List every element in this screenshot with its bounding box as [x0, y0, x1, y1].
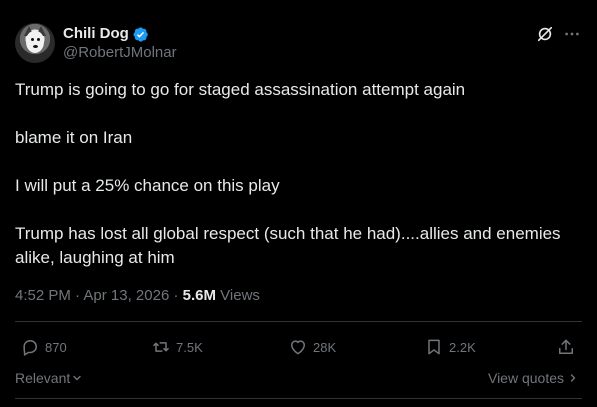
- views-label: Views: [220, 287, 260, 304]
- author-display-name[interactable]: Chili Dog: [63, 25, 129, 43]
- like-count: 28K: [313, 339, 337, 355]
- repost-button[interactable]: 7.5K: [151, 335, 203, 359]
- tweet-date[interactable]: Apr 13, 2026: [83, 287, 169, 304]
- verified-badge-icon[interactable]: [132, 26, 149, 43]
- tweet-paragraph: Trump is going to go for staged assassin…: [15, 80, 466, 99]
- divider: [15, 321, 582, 322]
- like-button[interactable]: 28K: [288, 335, 336, 359]
- author-handle[interactable]: @RobertJMolnar: [63, 44, 177, 62]
- repost-icon: [153, 342, 169, 352]
- share-icon: [559, 339, 573, 354]
- chevron-right-icon: [570, 374, 576, 382]
- bookmark-button[interactable]: 2.2K: [424, 335, 476, 359]
- views-count[interactable]: 5.6M: [183, 287, 216, 304]
- more-options-icon[interactable]: [563, 25, 581, 43]
- reply-button[interactable]: 870: [20, 335, 67, 359]
- tweet-card: Chili Dog @RobertJMolnar Trump is going …: [0, 0, 597, 407]
- author-name-row: Chili Dog: [63, 25, 149, 43]
- tweet-time[interactable]: 4:52 PM: [15, 287, 71, 304]
- share-button[interactable]: [556, 335, 576, 359]
- tweet-paragraph: I will put a 25% chance on this play: [15, 176, 280, 195]
- avatar[interactable]: [15, 23, 55, 63]
- tweet-paragraph: Trump has lost all global respect (such …: [15, 224, 561, 267]
- tweet-paragraph: blame it on Iran: [15, 128, 133, 147]
- sort-replies-dropdown[interactable]: Relevant: [15, 369, 82, 387]
- bookmark-icon: [428, 339, 440, 355]
- tweet-meta: 4:52 PM · Apr 13, 2026 · 5.6M Views: [15, 287, 260, 305]
- grok-icon[interactable]: [536, 25, 554, 43]
- divider: [15, 398, 582, 399]
- view-quotes-link[interactable]: View quotes: [488, 369, 578, 387]
- like-icon: [291, 340, 305, 355]
- reply-count: 870: [45, 339, 67, 355]
- reply-icon: [23, 340, 37, 356]
- bookmark-count: 2.2K: [449, 339, 476, 355]
- meta-separator: ·: [173, 287, 183, 304]
- sort-label: Relevant: [15, 370, 71, 386]
- view-quotes-label: View quotes: [487, 370, 564, 386]
- repost-count: 7.5K: [176, 339, 203, 355]
- action-bar: 870 7.5K 28K 2.2K: [0, 335, 597, 359]
- chevron-down-icon: [73, 375, 81, 381]
